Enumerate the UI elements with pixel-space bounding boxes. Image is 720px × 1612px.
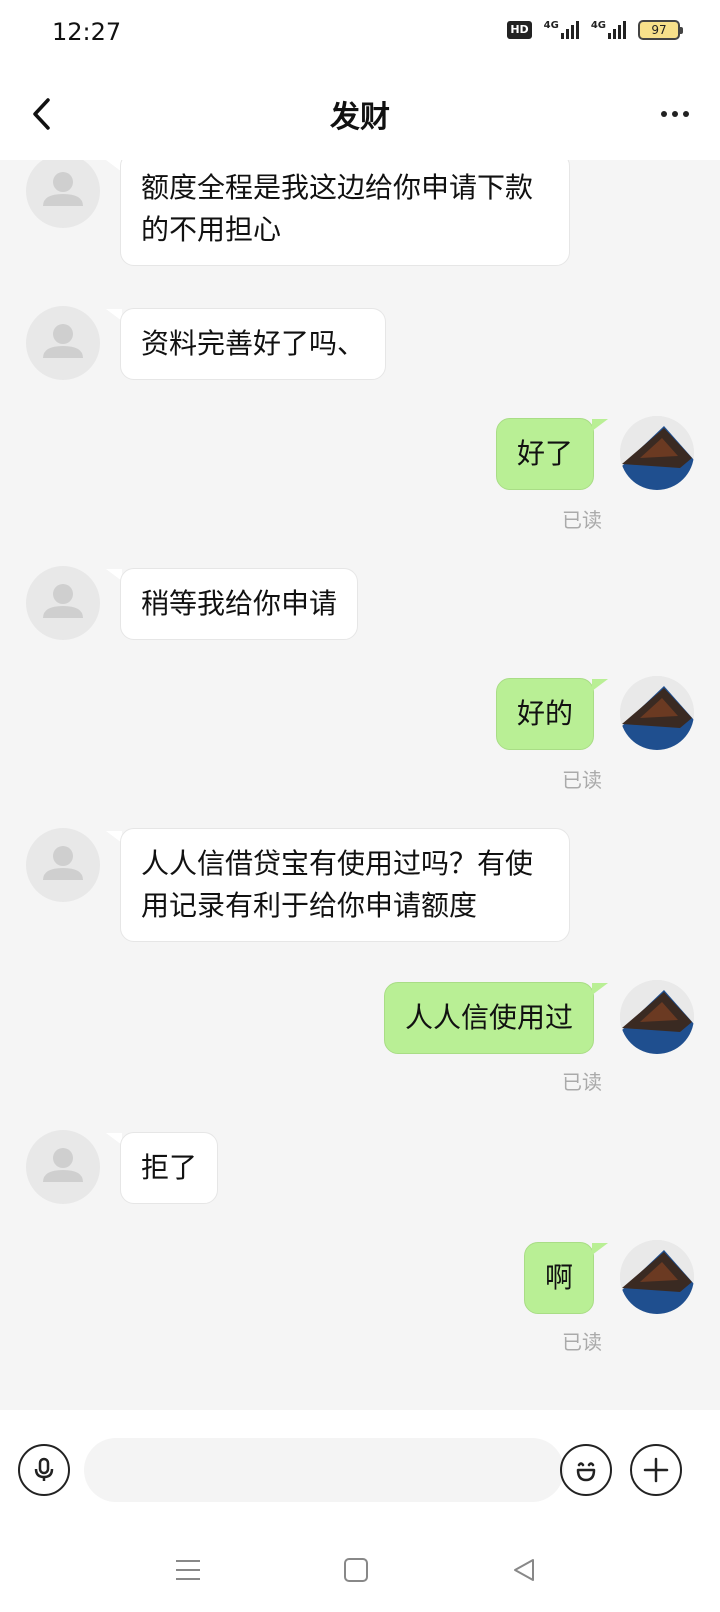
- default-person-icon: [43, 324, 83, 358]
- message-bubble[interactable]: 稍等我给你申请: [120, 568, 359, 640]
- user-photo-icon: [620, 416, 694, 490]
- status-bar: 12:27 HD 4G 4G 97: [0, 0, 720, 70]
- menu-icon: [176, 1560, 200, 1580]
- system-nav-bar: [0, 1530, 720, 1612]
- message-text: 人人信使用过: [404, 1001, 573, 1034]
- network-type: 4G: [543, 20, 559, 31]
- square-icon: [344, 1558, 368, 1582]
- bubble-tail: [592, 1243, 608, 1255]
- default-person-icon: [43, 846, 83, 880]
- plus-icon: [643, 1457, 669, 1483]
- more-functions-button[interactable]: [630, 1444, 682, 1496]
- default-person-icon: [43, 172, 83, 206]
- message-text: 啊: [544, 1261, 573, 1294]
- more-button[interactable]: [650, 92, 700, 136]
- back-nav-button[interactable]: [504, 1550, 544, 1590]
- user-avatar[interactable]: [620, 980, 694, 1054]
- hd-voice-icon: HD: [507, 21, 532, 39]
- read-status: 已读: [562, 1070, 602, 1094]
- more-dot-icon: [672, 111, 678, 117]
- message-bubble[interactable]: 好的: [495, 678, 594, 750]
- contact-avatar[interactable]: [26, 1130, 100, 1204]
- input-bar: [0, 1410, 720, 1530]
- read-status: 已读: [562, 768, 602, 792]
- message-list[interactable]: 额度全程是我这边给你申请下款的不用担心 资料完善好了吗、 好了 已读 稍等我给你…: [0, 160, 720, 1410]
- bubble-tail: [592, 419, 608, 431]
- user-photo-icon: [620, 980, 694, 1054]
- signal-icon: 4G: [544, 21, 579, 39]
- page-title: 发财: [330, 100, 390, 135]
- message-bubble[interactable]: 额度全程是我这边给你申请下款的不用担心: [120, 160, 570, 266]
- message-bubble[interactable]: 人人信使用过: [383, 982, 594, 1054]
- user-avatar[interactable]: [620, 1240, 694, 1314]
- message-bubble[interactable]: 拒了: [120, 1132, 219, 1204]
- voice-button[interactable]: [18, 1444, 70, 1496]
- contact-avatar[interactable]: [26, 566, 100, 640]
- message-bubble[interactable]: 好了: [495, 418, 594, 490]
- user-avatar[interactable]: [620, 416, 694, 490]
- network-type-2: 4G: [590, 20, 606, 31]
- message-text: 稍等我给你申请: [141, 587, 338, 620]
- default-person-icon: [43, 584, 83, 618]
- read-status: 已读: [562, 508, 602, 532]
- user-photo-icon: [620, 676, 694, 750]
- message-text: 资料完善好了吗、: [141, 327, 366, 360]
- contact-avatar[interactable]: [26, 828, 100, 902]
- contact-avatar[interactable]: [26, 306, 100, 380]
- more-dot-icon: [661, 111, 667, 117]
- home-nav-button[interactable]: [336, 1550, 376, 1590]
- smiley-icon: [576, 1462, 596, 1482]
- status-time: 12:27: [52, 18, 122, 46]
- user-avatar[interactable]: [620, 676, 694, 750]
- signal-icon-2: 4G: [591, 21, 626, 39]
- more-dot-icon: [683, 111, 689, 117]
- default-person-icon: [43, 1148, 83, 1182]
- bubble-tail: [592, 679, 608, 691]
- message-bubble[interactable]: 啊: [523, 1242, 594, 1314]
- battery-icon: 97: [638, 20, 683, 40]
- menu-nav-button[interactable]: [168, 1550, 208, 1590]
- read-status: 已读: [562, 1330, 602, 1354]
- message-bubble[interactable]: 资料完善好了吗、: [120, 308, 387, 380]
- message-input[interactable]: [84, 1438, 564, 1502]
- contact-avatar[interactable]: [26, 160, 100, 228]
- message-text: 人人信借贷宝有使用过吗？有使用记录有利于给你申请额度: [141, 847, 534, 922]
- message-text: 好了: [516, 437, 573, 470]
- message-text: 拒了: [141, 1151, 198, 1184]
- message-bubble[interactable]: 人人信借贷宝有使用过吗？有使用记录有利于给你申请额度: [120, 828, 570, 942]
- message-text: 好的: [516, 697, 573, 730]
- user-photo-icon: [620, 1240, 694, 1314]
- status-icons: HD 4G 4G 97: [507, 20, 683, 40]
- microphone-icon: [34, 1457, 54, 1481]
- message-text: 额度全程是我这边给你申请下款的不用担心: [141, 171, 534, 246]
- emoji-button[interactable]: [560, 1444, 612, 1496]
- chat-header: 发财: [0, 70, 720, 160]
- battery-level: 97: [651, 23, 667, 37]
- triangle-back-icon: [514, 1559, 534, 1581]
- bubble-tail: [592, 983, 608, 995]
